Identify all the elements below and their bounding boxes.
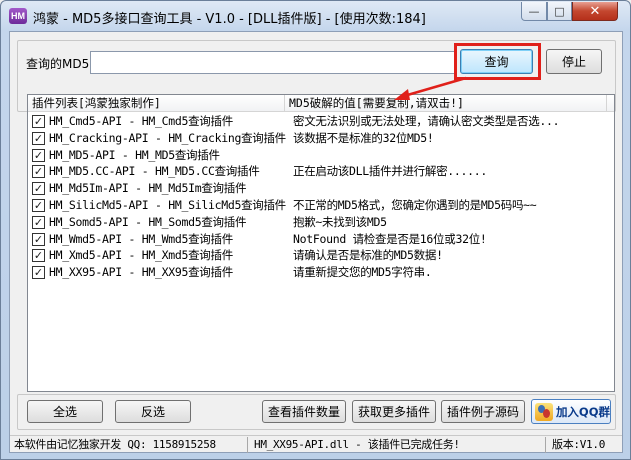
plugin-checkbox[interactable]: ✓ xyxy=(32,266,45,280)
plugin-name: HM_Xmd5-API - HM_Xmd5查询插件 xyxy=(49,248,233,263)
list-row[interactable]: ✓ HM_SilicMd5-API - HM_SilicMd5查询插件 不正常的MD… xyxy=(28,197,614,214)
list-row[interactable]: ✓ HM_MD5.CC-API - HM_MD5.CC查询插件 正在启动该DLL插件… xyxy=(28,163,614,180)
plugin-name: HM_MD5-API - HM_MD5查询插件 xyxy=(49,147,220,162)
status-author: 本软件由记忆独家开发 QQ: 1158915258 xyxy=(10,437,248,453)
plugin-checkbox[interactable]: ✓ xyxy=(32,232,45,246)
column-header-plugins[interactable]: 插件列表[鸿蒙独家制作] xyxy=(28,95,285,112)
plugin-checkbox[interactable]: ✓ xyxy=(32,198,45,212)
plugin-checkbox[interactable]: ✓ xyxy=(32,115,45,128)
get-more-plugins-button[interactable]: 获取更多插件 xyxy=(352,400,436,423)
md5-result: 正在启动该DLL插件并进行解密...... xyxy=(293,164,488,179)
plugin-name: HM_SilicMd5-API - HM_SilicMd5查询插件 xyxy=(49,197,286,212)
md5-result: 抱歉~未找到该MD5 xyxy=(293,214,387,229)
list-body: ✓ HM_Cmd5-API - HM_Cmd5查询插件 密文无法识别或无法处理，请确… xyxy=(28,113,614,281)
minimize-button[interactable]: — xyxy=(521,2,547,21)
close-button[interactable]: ✕ xyxy=(572,2,618,21)
md5-result: 密文无法识别或无法处理，请确认密文类型是否选... xyxy=(293,114,560,128)
title-bar[interactable]: HM 鸿蒙 - MD5多接口查询工具 - V1.0 - [DLL插件版] - [… xyxy=(1,1,630,31)
status-version: 版本:V1.0 xyxy=(552,438,606,451)
window-title: 鸿蒙 - MD5多接口查询工具 - V1.0 - [DLL插件版] - [使用次… xyxy=(33,12,426,27)
join-qq-group-button[interactable]: 加入QQ群 xyxy=(531,399,611,424)
query-label: 查询的MD5: xyxy=(26,57,94,71)
plugin-example-source-button[interactable]: 插件例子源码 xyxy=(441,400,525,423)
plugin-name: HM_Md5Im-API - HM_Md5Im查询插件 xyxy=(49,181,247,196)
list-row[interactable]: ✓ HM_Cracking-API - HM_Cracking查询插件 该数据不是标… xyxy=(28,130,614,147)
query-button[interactable]: 查询 xyxy=(460,49,533,74)
plugin-checkbox[interactable]: ✓ xyxy=(32,249,45,263)
list-row[interactable]: ✓ HM_MD5-API - HM_MD5查询插件 xyxy=(28,147,614,164)
plugin-name: HM_Somd5-API - HM_Somd5查询插件 xyxy=(49,214,247,229)
list-row[interactable]: ✓ HM_Cmd5-API - HM_Cmd5查询插件 密文无法识别或无法处理，请确… xyxy=(28,113,614,130)
plugin-name: HM_Wmd5-API - HM_Wmd5查询插件 xyxy=(49,231,233,246)
plugin-name: HM_Cmd5-API - HM_Cmd5查询插件 xyxy=(49,114,233,128)
plugin-checkbox[interactable]: ✓ xyxy=(32,148,45,162)
app-icon: HM xyxy=(9,8,27,24)
invert-selection-button[interactable]: 反选 xyxy=(115,400,191,423)
join-qq-label: 加入QQ群 xyxy=(555,404,610,419)
view-plugin-count-button[interactable]: 查看插件数量 xyxy=(262,400,346,423)
select-all-button[interactable]: 全选 xyxy=(27,400,103,423)
status-message: HM_XX95-API.dll - 该插件已完成任务! xyxy=(250,437,546,453)
md5-result: 请确认是否是标准的MD5数据! xyxy=(293,248,443,263)
annotation-arrow xyxy=(394,76,467,100)
list-row[interactable]: ✓ HM_Somd5-API - HM_Somd5查询插件 抱歉~未找到该MD5 xyxy=(28,214,614,231)
md5-result: 该数据不是标准的32位MD5! xyxy=(293,130,434,145)
plugin-checkbox[interactable]: ✓ xyxy=(32,165,45,179)
qq-group-icon xyxy=(535,402,553,421)
client-area: 查询的MD5: 查询 停止 插件列表[鸿蒙独家制作] MD5破解的值[需要复制,… xyxy=(9,31,623,453)
plugin-checkbox[interactable]: ✓ xyxy=(32,215,45,229)
plugin-checkbox[interactable]: ✓ xyxy=(32,131,45,145)
app-window: HM 鸿蒙 - MD5多接口查询工具 - V1.0 - [DLL插件版] - [… xyxy=(0,0,631,460)
plugin-list[interactable]: 插件列表[鸿蒙独家制作] MD5破解的值[需要复制,请双击!] ✓ HM_Cmd5… xyxy=(27,94,615,392)
md5-result: NotFound 请检查是否是16位或32位! xyxy=(293,231,487,246)
plugin-name: HM_Cracking-API - HM_Cracking查询插件 xyxy=(49,130,286,145)
list-row[interactable]: ✓ HM_XX95-API - HM_XX95查询插件 请重新提交您的MD5字符串. xyxy=(28,264,614,281)
maximize-button[interactable]: □ xyxy=(547,2,572,21)
md5-result: 不正常的MD5格式，您确定你遇到的是MD5码吗~~ xyxy=(293,197,537,212)
list-row[interactable]: ✓ HM_Wmd5-API - HM_Wmd5查询插件 NotFound 请检查是否… xyxy=(28,231,614,248)
list-row[interactable]: ✓ HM_Md5Im-API - HM_Md5Im查询插件 xyxy=(28,180,614,197)
plugin-name: HM_MD5.CC-API - HM_MD5.CC查询插件 xyxy=(49,164,260,179)
status-bar: 本软件由记忆独家开发 QQ: 1158915258 HM_XX95-API.dl… xyxy=(10,435,622,453)
list-header: 插件列表[鸿蒙独家制作] MD5破解的值[需要复制,请双击!] xyxy=(28,95,614,112)
stop-button[interactable]: 停止 xyxy=(546,49,602,74)
md5-result: 请重新提交您的MD5字符串. xyxy=(293,265,432,280)
md5-input[interactable] xyxy=(90,51,456,74)
plugin-checkbox[interactable]: ✓ xyxy=(32,182,45,196)
list-row[interactable]: ✓ HM_Xmd5-API - HM_Xmd5查询插件 请确认是否是标准的MD5数据… xyxy=(28,247,614,264)
plugin-name: HM_XX95-API - HM_XX95查询插件 xyxy=(49,265,233,280)
